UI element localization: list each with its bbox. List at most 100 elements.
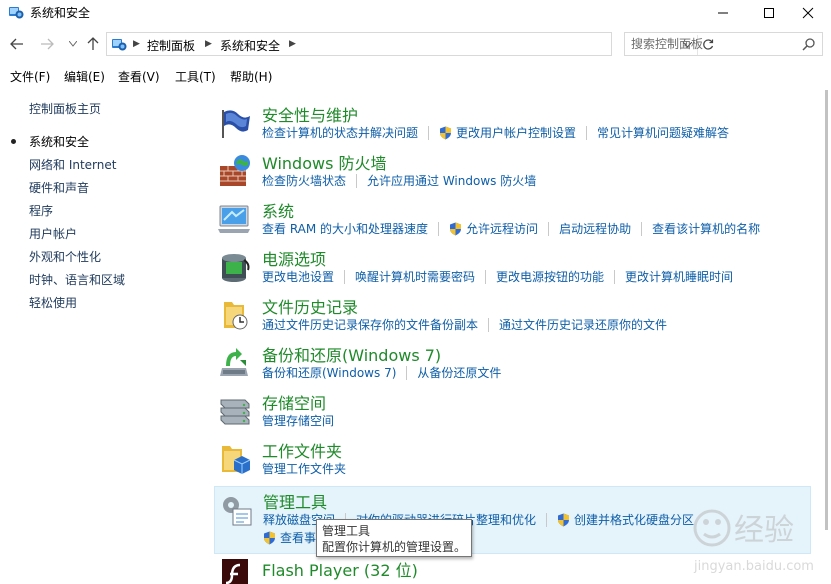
back-button[interactable] [8, 34, 26, 54]
link-divider [614, 269, 616, 284]
menu-file[interactable]: 文件(F) [10, 65, 50, 88]
breadcrumb-chevron-icon[interactable]: ▶ [133, 39, 140, 49]
task-link[interactable]: 更改用户帐户控制设置 [439, 124, 576, 141]
menu-view[interactable]: 查看(V) [118, 65, 160, 88]
category-links: 备份和还原(Windows 7) 从备份还原文件 [262, 364, 501, 381]
recent-locations-button[interactable] [64, 34, 82, 54]
category-work-folders: 工作文件夹 管理工作文件夹 [214, 436, 811, 484]
menu-tools[interactable]: 工具(T) [175, 65, 216, 88]
close-button[interactable] [785, 0, 831, 26]
task-link[interactable]: 从备份还原文件 [417, 364, 501, 381]
category-title[interactable]: 工作文件夹 [262, 438, 342, 462]
watermark-url: jingyan.baidu.com [693, 559, 814, 574]
tooltip: 管理工具 配置你计算机的管理设置。 [316, 519, 472, 557]
uac-shield-icon [450, 222, 462, 235]
current-page-bullet [11, 139, 16, 144]
sidebar-item-appearance[interactable]: 外观和个性化 [29, 248, 101, 265]
sidebar-item-user-accounts[interactable]: 用户帐户 [29, 225, 77, 242]
storage-spaces-icon [220, 399, 250, 425]
category-title[interactable]: 系统 [262, 198, 294, 222]
task-link-label: 创建并格式化硬盘分区 [574, 513, 695, 527]
sidebar-item-clock-region[interactable]: 时钟、语言和区域 [29, 271, 125, 288]
task-link[interactable]: 检查防火墙状态 [262, 172, 346, 189]
task-link-label: 查看事 [280, 531, 317, 545]
category-title[interactable]: Windows 防火墙 [262, 150, 387, 174]
task-link[interactable]: 通过文件历史记录还原你的文件 [499, 316, 667, 333]
arrow-right-icon [41, 38, 54, 50]
tooltip-title: 管理工具 [322, 524, 371, 538]
task-link[interactable]: 检查计算机的状态并解决问题 [262, 124, 418, 141]
sidebar-item-hardware-sound[interactable]: 硬件和声音 [29, 179, 89, 196]
task-link[interactable]: 备份和还原(Windows 7) [262, 364, 396, 381]
category-links: 管理存储空间 [262, 412, 334, 429]
category-title[interactable]: 管理工具 [263, 489, 327, 513]
link-divider [488, 317, 490, 332]
task-link[interactable]: 查看 RAM 的大小和处理器速度 [262, 220, 428, 237]
task-link[interactable]: 查看事 [263, 529, 316, 546]
category-links: 查看事 [263, 529, 316, 546]
breadcrumb-system-security[interactable]: 系统和安全 [220, 37, 280, 54]
watermark-text: 经验 [734, 513, 794, 548]
category-firewall: Windows 防火墙 检查防火墙状态 允许应用通过 Windows 防火墙 [214, 148, 811, 196]
task-link[interactable]: 允许远程访问 [449, 220, 538, 237]
breadcrumb-control-panel[interactable]: 控制面板 [147, 37, 195, 54]
task-link[interactable]: 更改计算机睡眠时间 [625, 268, 733, 285]
sidebar-home-link[interactable]: 控制面板主页 [29, 100, 101, 117]
category-title[interactable]: 电源选项 [262, 246, 326, 270]
task-link[interactable]: 管理存储空间 [262, 412, 334, 429]
task-link[interactable]: 更改电池设置 [262, 268, 334, 285]
category-security-maintenance: 安全性与维护 检查计算机的状态并解决问题 更改用户帐户控制设置 常见计算机问题疑… [214, 100, 811, 148]
system-computer-icon [218, 205, 250, 233]
sidebar-item-network[interactable]: 网络和 Internet [29, 156, 116, 173]
task-link[interactable]: 允许应用通过 Windows 防火墙 [367, 172, 536, 189]
task-link[interactable]: 创建并格式化硬盘分区 [557, 511, 694, 528]
minimize-button[interactable] [700, 0, 746, 26]
task-link[interactable]: 启动远程协助 [559, 220, 631, 237]
search-input[interactable] [631, 36, 791, 52]
file-history-icon [224, 302, 248, 330]
task-link[interactable]: 通过文件历史记录保存你的文件备份副本 [262, 316, 478, 333]
flash-player-icon [222, 559, 248, 584]
menu-edit[interactable]: 编辑(E) [64, 65, 105, 88]
task-link[interactable]: 常见计算机问题疑难解答 [597, 124, 729, 141]
task-link[interactable]: 唤醒计算机时需要密码 [355, 268, 475, 285]
menu-help[interactable]: 帮助(H) [230, 65, 272, 88]
category-links: 查看 RAM 的大小和处理器速度 允许远程访问 启动远程协助 查看该计算机的名称 [262, 220, 760, 237]
search-icon[interactable] [802, 37, 816, 51]
link-divider [548, 221, 550, 236]
menu-bar: 文件(F) 编辑(E) 查看(V) 工具(T) 帮助(H) [0, 62, 831, 84]
category-storage-spaces: 存储空间 管理存储空间 [214, 388, 811, 436]
up-button[interactable] [84, 34, 102, 54]
category-title[interactable]: 安全性与维护 [262, 102, 358, 126]
category-title[interactable]: 备份和还原(Windows 7) [262, 342, 441, 366]
link-divider [356, 173, 358, 188]
category-title[interactable]: 文件历史记录 [262, 294, 358, 318]
sidebar-item-programs[interactable]: 程序 [29, 202, 53, 219]
category-links: 检查防火墙状态 允许应用通过 Windows 防火墙 [262, 172, 536, 189]
search-box[interactable] [624, 32, 823, 56]
task-link[interactable]: 查看该计算机的名称 [652, 220, 760, 237]
task-link[interactable]: 管理工作文件夹 [262, 460, 346, 477]
link-divider [641, 221, 643, 236]
category-links: 管理工作文件夹 [262, 460, 346, 477]
task-link[interactable]: 更改电源按钮的功能 [496, 268, 604, 285]
scrollbar-thumb[interactable] [825, 90, 828, 530]
baidu-jingyan-watermark: 经验 jingyan.baidu.com [693, 509, 814, 574]
category-power-options: 电源选项 更改电池设置 唤醒计算机时需要密码 更改电源按钮的功能 更改计算机睡眠… [214, 244, 811, 292]
title-bar: 系统和安全 [0, 0, 831, 26]
category-title[interactable]: Flash Player (32 位) [262, 557, 418, 581]
breadcrumb-chevron-icon[interactable]: ▶ [205, 39, 212, 49]
link-divider [485, 269, 487, 284]
power-battery-icon [222, 254, 250, 282]
minimize-icon [718, 12, 728, 14]
category-title[interactable]: 存储空间 [262, 390, 326, 414]
address-bar[interactable]: ▶ 控制面板 ▶ 系统和安全 ▶ [106, 32, 713, 56]
breadcrumb-chevron-icon[interactable]: ▶ [289, 39, 296, 49]
chevron-down-icon [69, 41, 77, 47]
sidebar-item-system-security[interactable]: 系统和安全 [29, 133, 89, 150]
forward-button[interactable] [38, 34, 56, 54]
category-links: 通过文件历史记录保存你的文件备份副本 通过文件历史记录还原你的文件 [262, 316, 667, 333]
uac-shield-icon [440, 126, 452, 139]
security-flag-icon [222, 110, 250, 138]
sidebar-item-ease-of-access[interactable]: 轻松使用 [29, 294, 77, 311]
